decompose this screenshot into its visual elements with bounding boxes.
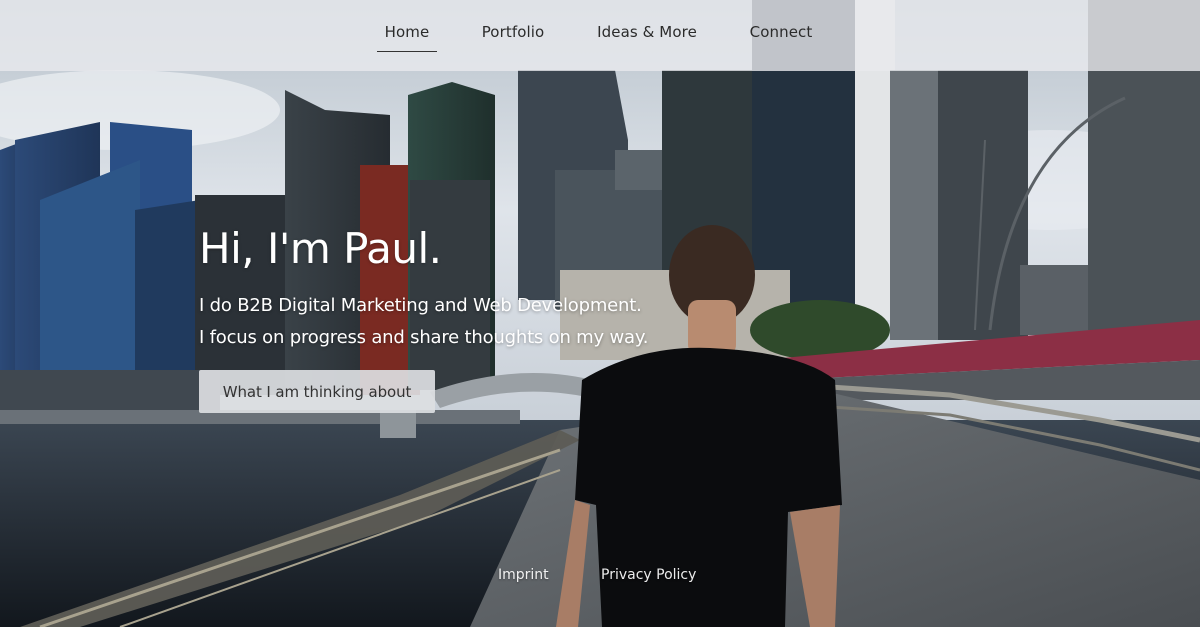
imprint-link[interactable]: Imprint [498,567,549,583]
hero-subtitle-line-2: I focus on progress and share thoughts o… [199,327,649,348]
nav-item-portfolio[interactable]: Portfolio [478,0,548,71]
thinking-about-button[interactable]: What I am thinking about [199,370,435,413]
nav-item-home[interactable]: Home [377,0,437,71]
hero-subtitle-line-1: I do B2B Digital Marketing and Web Devel… [199,295,642,316]
nav-item-connect[interactable]: Connect [745,0,817,71]
hero-title: Hi, I'm Paul. [199,224,442,273]
nav-item-ideas-and-more[interactable]: Ideas & More [592,0,702,71]
top-navigation-bar: Home Portfolio Ideas & More Connect [0,0,1200,71]
privacy-policy-link[interactable]: Privacy Policy [601,567,696,583]
